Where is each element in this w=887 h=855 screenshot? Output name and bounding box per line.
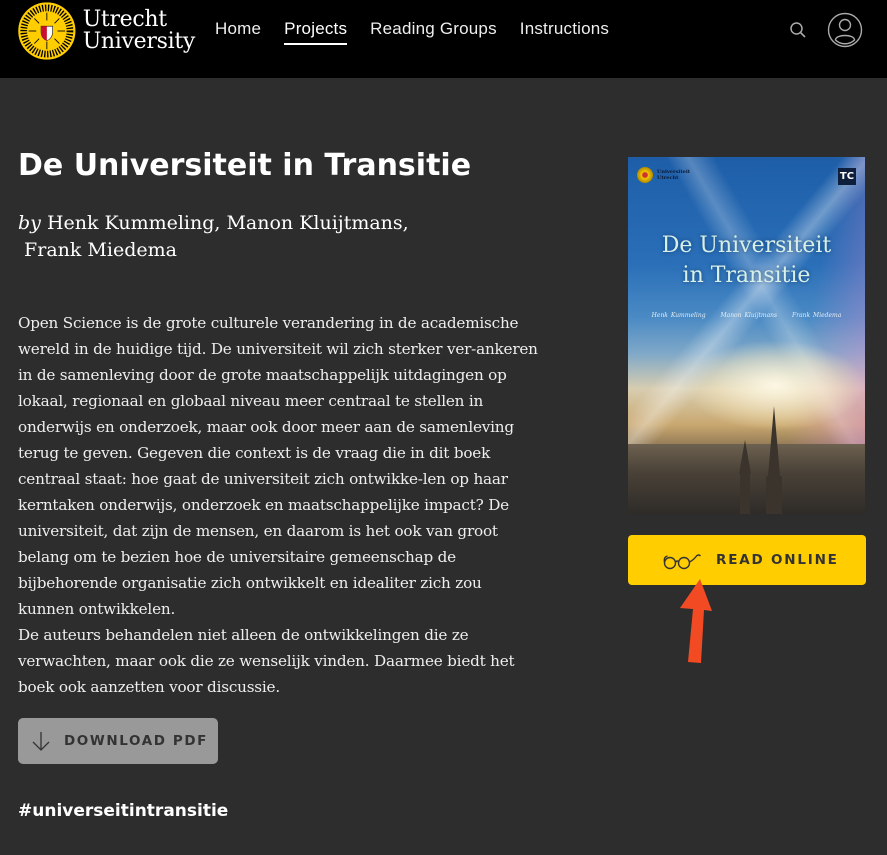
main-nav: Home Projects Reading Groups Instruction… [215,18,632,45]
cover-church-spire-2 [768,406,780,476]
authors-line-2: Frank Miedema [24,239,177,261]
logo-line-1: Utrecht [82,7,167,32]
book-title: De Universiteit in Transitie [18,148,472,183]
read-online-label: READ ONLINE [716,552,839,568]
annotation-arrow-icon [680,579,712,663]
cover-cityscape [628,406,865,514]
search-icon[interactable] [789,21,807,39]
cover-publisher-logo: Universiteit Utrecht [637,167,690,183]
download-arrow-icon [32,732,50,751]
book-authors: by Henk Kummeling, Manon Kluijtmans, Fra… [18,210,438,264]
user-account-icon[interactable] [827,12,863,48]
authors-line-1: Henk Kummeling, Manon Kluijtmans, [46,212,409,234]
cover-author: Henk Kummeling [651,312,706,319]
cover-tc-badge: TC [838,168,856,185]
nav-reading-groups[interactable]: Reading Groups [370,18,497,45]
nav-projects[interactable]: Projects [284,18,348,45]
nav-instructions[interactable]: Instructions [520,18,609,45]
book-cover-image: Universiteit Utrecht TC De Universiteit … [628,157,865,514]
read-online-button[interactable]: READ ONLINE [628,535,866,585]
cover-title-line-2: in Transitie [682,263,811,288]
uu-sun-logo-icon [17,1,77,61]
logo-line-2: University [82,29,196,54]
cover-author: Frank Miedema [792,312,842,319]
book-hashtag[interactable]: #universeitintransitie [18,801,228,821]
site-header: Utrecht University Home Projects Reading… [0,0,887,78]
nav-home[interactable]: Home [215,18,261,45]
cover-church-tower-2 [766,476,782,514]
download-pdf-button[interactable]: DOWNLOAD PDF [18,718,218,764]
description-paragraph-2: De auteurs behandelen niet alleen de ont… [18,626,515,696]
cover-church-tower [740,469,750,514]
utrecht-university-logo[interactable]: Utrecht University [17,0,195,62]
book-description: Open Science is de grote culturele veran… [18,310,538,700]
cover-church-spire [739,440,751,474]
logo-wordmark: Utrecht University [82,7,196,54]
reading-glasses-icon [663,554,701,570]
download-pdf-label: DOWNLOAD PDF [64,733,208,749]
cover-title: De Universiteit in Transitie [628,231,865,291]
cover-uu-sun-icon [637,167,653,183]
description-paragraph-1: Open Science is de grote culturele veran… [18,314,538,618]
cover-title-line-1: De Universiteit [661,233,832,258]
cover-publisher-line-2: Utrecht [657,175,679,181]
by-label: by [18,212,41,234]
cover-authors: Henk Kummeling Manon Kluijtmans Frank Mi… [628,312,865,319]
cover-author: Manon Kluijtmans [720,312,778,319]
